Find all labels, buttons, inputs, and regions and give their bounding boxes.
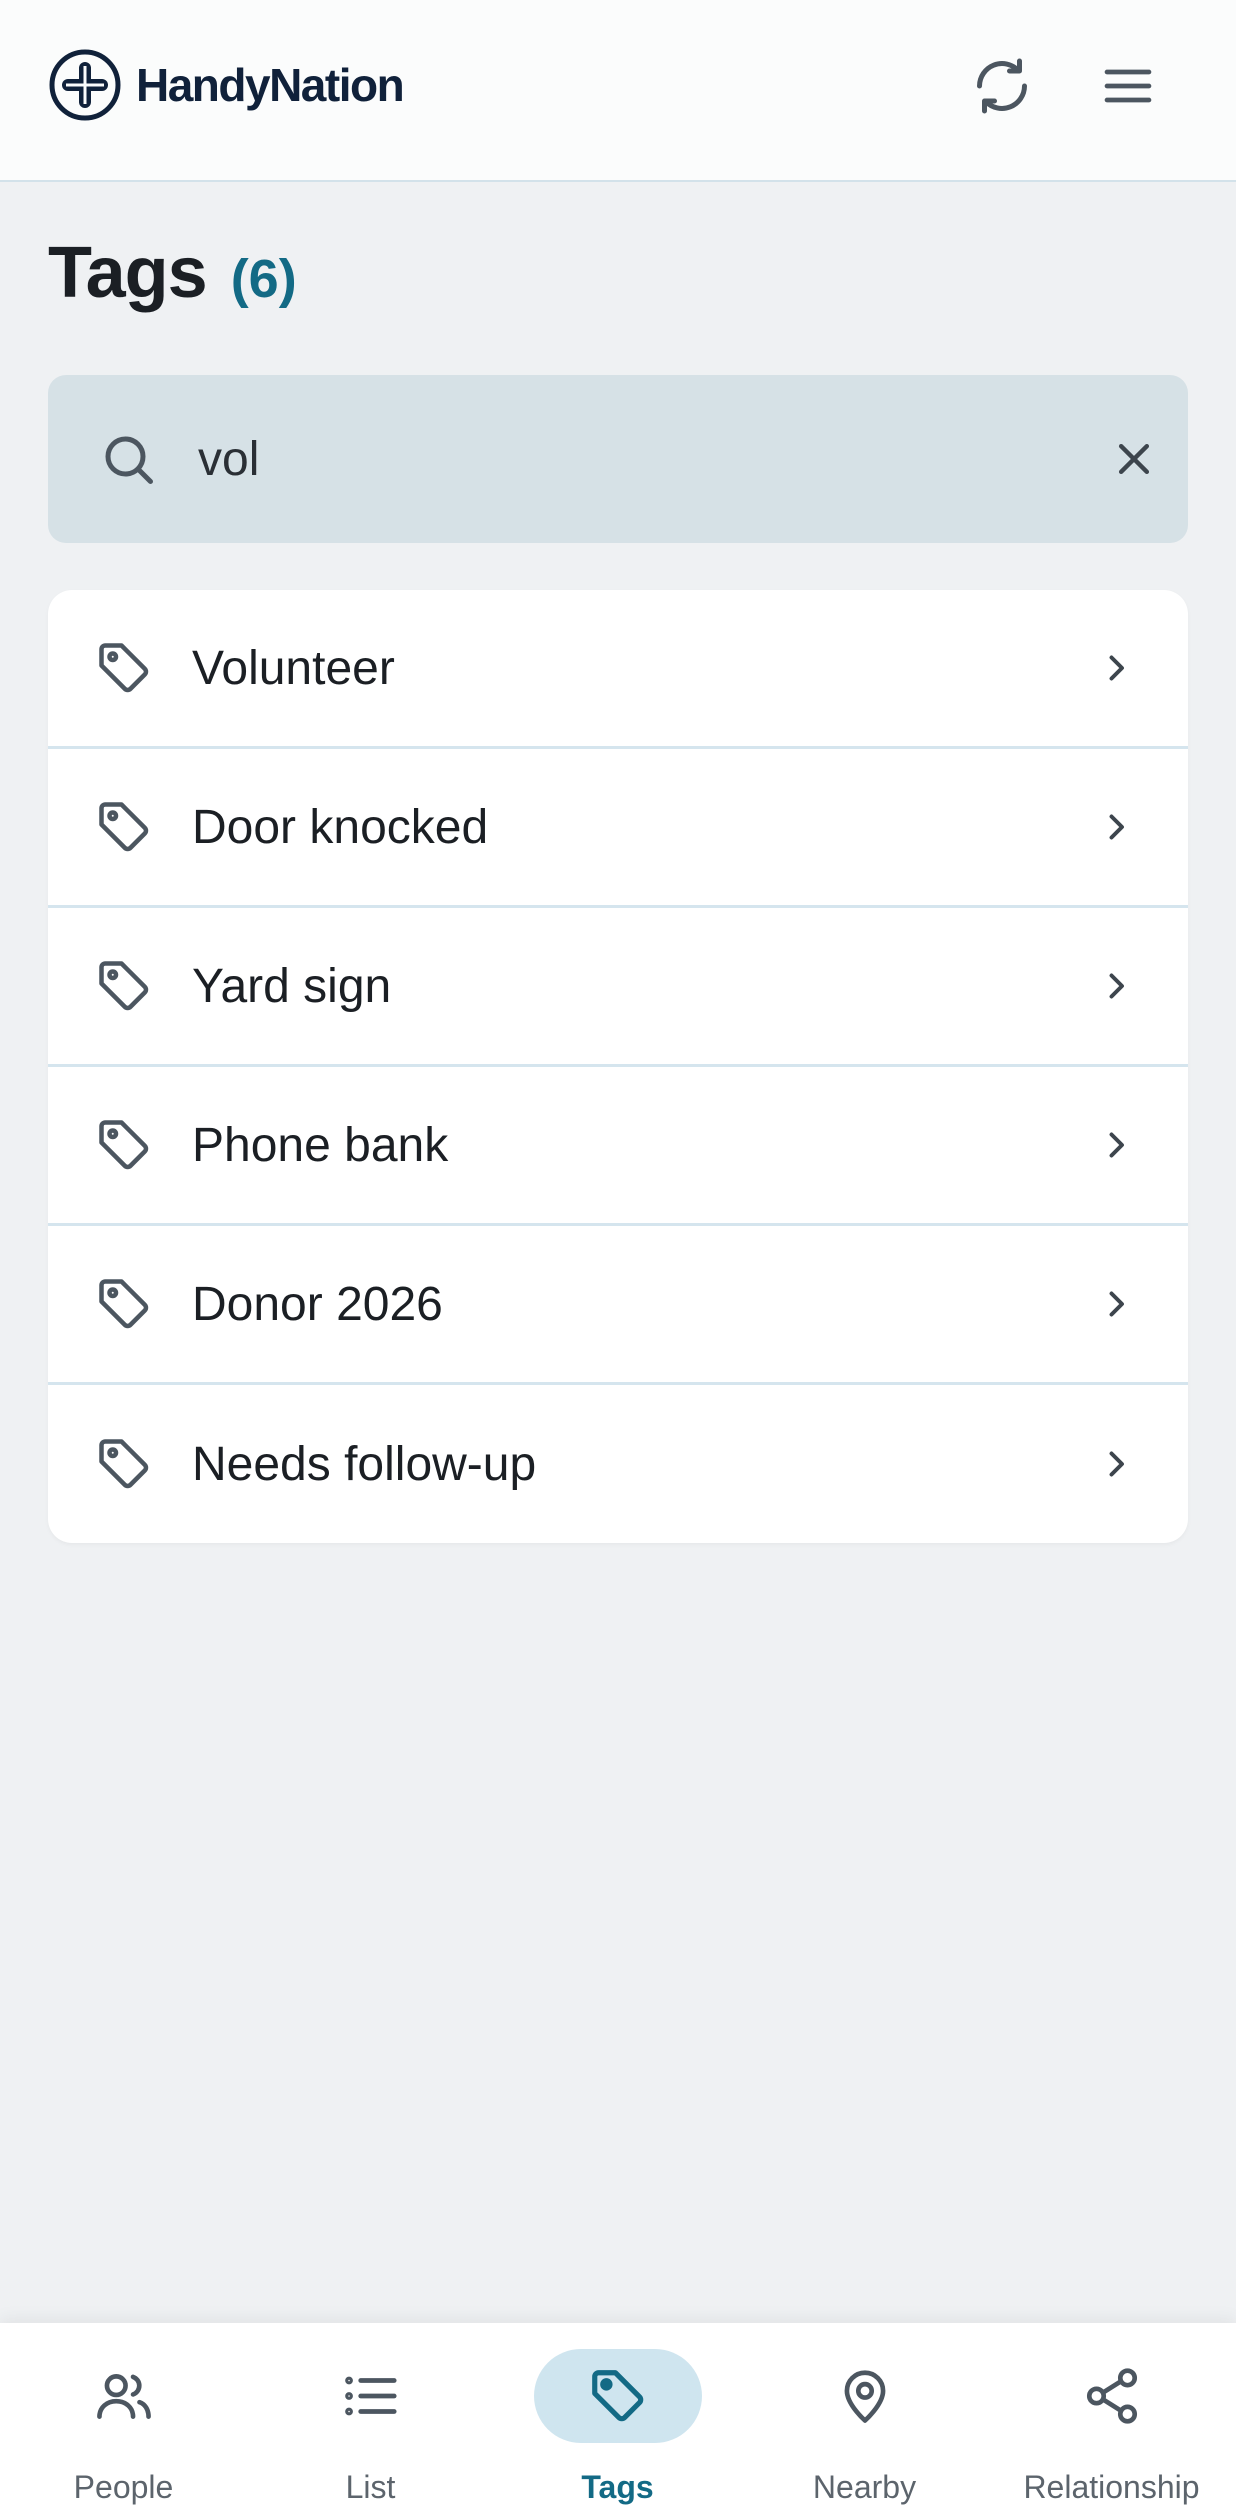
handynation-logo-icon bbox=[49, 49, 121, 121]
nav-label: Relationship bbox=[1023, 2469, 1200, 2505]
nav-item-people[interactable]: People bbox=[0, 2323, 247, 2517]
nav-item-relationship[interactable]: Relationship bbox=[988, 2323, 1235, 2517]
people-icon bbox=[93, 2365, 155, 2427]
page-title-text: Tags bbox=[48, 233, 208, 313]
tag-label: Volunteer bbox=[192, 641, 395, 695]
chevron-right-icon bbox=[1098, 1446, 1134, 1482]
chevron-right-icon bbox=[1098, 809, 1134, 845]
search-box[interactable] bbox=[48, 375, 1188, 543]
nav-item-list[interactable]: List bbox=[247, 2323, 494, 2517]
brand[interactable]: HandyNation bbox=[48, 48, 405, 122]
clear-search-button[interactable] bbox=[1102, 427, 1166, 491]
tag-label: Phone bank bbox=[192, 1118, 449, 1172]
tag-row[interactable]: Donor 2026 bbox=[48, 1226, 1188, 1385]
map-pin-icon bbox=[834, 2365, 896, 2427]
tag-label: Yard sign bbox=[192, 959, 392, 1013]
tag-label: Door knocked bbox=[192, 800, 489, 854]
search-icon bbox=[98, 429, 158, 489]
list-icon bbox=[340, 2365, 402, 2427]
tag-row[interactable]: Volunteer bbox=[48, 590, 1188, 749]
menu-button[interactable] bbox=[1090, 48, 1166, 124]
nav-label: People bbox=[73, 2469, 174, 2505]
tag-row[interactable]: Door knocked bbox=[48, 749, 1188, 908]
tag-row[interactable]: Yard sign bbox=[48, 908, 1188, 1067]
tag-row[interactable]: Needs follow-up bbox=[48, 1385, 1188, 1543]
tag-icon bbox=[94, 956, 154, 1016]
close-icon bbox=[1118, 443, 1150, 475]
tag-icon bbox=[587, 2365, 649, 2427]
tag-icon bbox=[94, 1274, 154, 1334]
tag-count: (6) bbox=[230, 249, 297, 309]
tag-list: Volunteer Door knocked Yard sign Phone bank… bbox=[48, 590, 1188, 1543]
share-icon bbox=[1081, 2365, 1143, 2427]
bottom-nav: People List Tags Nearby Relationship bbox=[0, 2323, 1236, 2517]
app-header: HandyNation bbox=[0, 0, 1236, 182]
chevron-right-icon bbox=[1098, 1127, 1134, 1163]
tag-icon bbox=[94, 1434, 154, 1494]
chevron-right-icon bbox=[1098, 968, 1134, 1004]
tag-icon bbox=[94, 797, 154, 857]
tag-icon bbox=[94, 1115, 154, 1175]
tag-label: Donor 2026 bbox=[192, 1277, 443, 1331]
nav-item-tags[interactable]: Tags bbox=[494, 2323, 741, 2517]
tag-icon bbox=[94, 638, 154, 698]
nav-label: Nearby bbox=[812, 2469, 917, 2505]
tag-label: Needs follow-up bbox=[192, 1437, 537, 1491]
refresh-button[interactable] bbox=[964, 48, 1040, 124]
brand-name: HandyNation bbox=[136, 59, 405, 111]
page-title: Tags (6) bbox=[48, 232, 297, 314]
tag-row[interactable]: Phone bank bbox=[48, 1067, 1188, 1226]
search-input[interactable] bbox=[198, 419, 1078, 499]
chevron-right-icon bbox=[1098, 1286, 1134, 1322]
hamburger-menu-icon bbox=[1104, 69, 1152, 103]
nav-label: Tags bbox=[581, 2469, 654, 2505]
nav-item-nearby[interactable]: Nearby bbox=[741, 2323, 988, 2517]
chevron-right-icon bbox=[1098, 650, 1134, 686]
refresh-icon bbox=[977, 58, 1027, 114]
nav-label: List bbox=[345, 2469, 396, 2505]
